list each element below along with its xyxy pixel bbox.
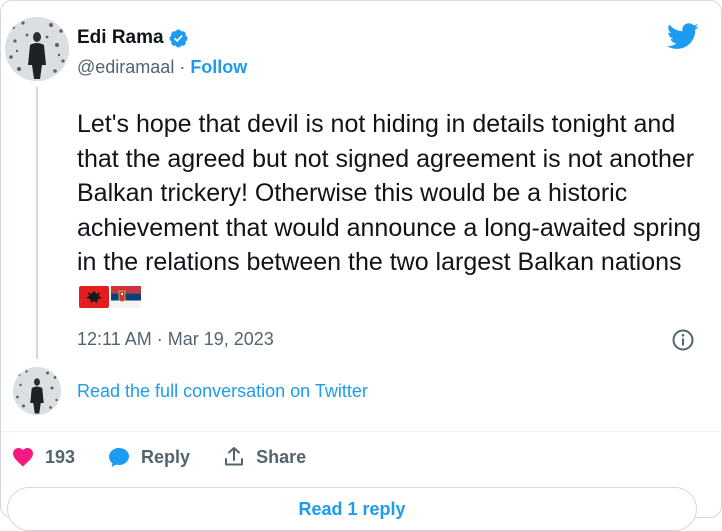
like-count: 193 <box>45 446 76 467</box>
handle-separator: · <box>174 57 191 77</box>
tweet-body: Let's hope that devil is not hiding in d… <box>77 110 702 276</box>
info-icon[interactable] <box>671 328 695 352</box>
twitter-bird-icon[interactable] <box>667 23 699 50</box>
tweet-actions-bar: 193 Reply Share <box>11 443 338 471</box>
author-handle[interactable]: @ediramaal <box>77 57 174 77</box>
tweet-timestamp[interactable]: 12:11 AM · Mar 19, 2023 <box>77 329 274 350</box>
share-upload-icon <box>225 447 244 466</box>
actions-divider <box>1 431 722 432</box>
like-button[interactable]: 193 <box>11 445 75 469</box>
serbia-flag-icon <box>111 285 141 308</box>
tweet-embed-card: Edi Rama @ediramaal · Follow Let's hope … <box>0 0 722 531</box>
read-full-conversation-link[interactable]: Read the full conversation on Twitter <box>77 381 368 402</box>
conversation-avatar <box>13 367 61 415</box>
share-button[interactable]: Share <box>222 445 306 469</box>
author-name[interactable]: Edi Rama <box>77 27 164 49</box>
author-avatar[interactable] <box>5 17 69 81</box>
author-name-row: Edi Rama <box>77 27 189 49</box>
thread-connector-line <box>36 87 38 359</box>
albania-flag-icon <box>79 285 109 308</box>
heart-icon <box>13 448 33 467</box>
verified-badge-icon <box>169 29 188 47</box>
author-handle-row: @ediramaal · Follow <box>77 57 247 78</box>
follow-link[interactable]: Follow <box>190 57 247 77</box>
tweet-text: Let's hope that devil is not hiding in d… <box>77 107 709 314</box>
speech-bubble-icon <box>109 448 130 467</box>
read-replies-button[interactable]: Read 1 reply <box>7 487 697 531</box>
share-label: Share <box>256 446 307 467</box>
reply-action-button[interactable]: Reply <box>107 445 190 469</box>
reply-label: Reply <box>141 446 191 467</box>
